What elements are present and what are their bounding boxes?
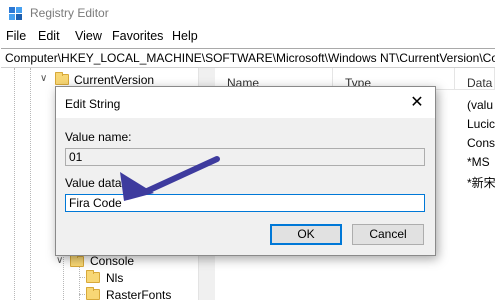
folder-icon [55,72,69,85]
title-bar: Registry Editor [0,0,495,26]
chevron-down-icon[interactable]: ∨ [40,73,47,84]
cancel-button[interactable]: Cancel [352,224,424,245]
folder-icon [70,254,84,267]
menu-help[interactable]: Help [172,29,198,43]
address-bar[interactable]: Computer\HKEY_LOCAL_MACHINE\SOFTWARE\Mic… [1,48,495,68]
dialog-title-bar: Edit String ✕ [56,87,435,118]
data-cell[interactable]: *新宋 [467,174,495,191]
registry-editor-icon [9,7,22,20]
menu-file[interactable]: File [6,29,26,43]
tree-item-currentversion[interactable]: CurrentVersion [74,73,154,87]
value-data-label: Value data: [65,176,125,190]
folder-icon [86,287,100,300]
tree-item-console[interactable]: Console [90,254,134,268]
menu-view[interactable]: View [75,29,102,43]
menu-favorites[interactable]: Favorites [112,29,163,43]
value-name-field[interactable] [65,148,425,166]
value-data-field[interactable] [65,194,425,212]
chevron-down-icon[interactable]: ∨ [56,255,63,266]
data-cell[interactable]: Lucic [467,117,495,131]
tree-guide-line [30,68,31,300]
tree-guide-line [14,68,15,300]
window-title: Registry Editor [30,6,109,20]
value-name-label: Value name: [65,130,132,144]
data-cell[interactable]: *MS [467,155,490,169]
tree-item-nls[interactable]: Nls [106,271,123,285]
ok-button[interactable]: OK [270,224,342,245]
dialog-title: Edit String [65,97,121,111]
menu-edit[interactable]: Edit [38,29,60,43]
column-header-data[interactable]: Data [455,68,495,90]
address-path[interactable]: Computer\HKEY_LOCAL_MACHINE\SOFTWARE\Mic… [5,51,495,65]
data-cell[interactable]: (valu [467,98,493,112]
data-cell[interactable]: Cons [467,136,495,150]
tree-guide-line [79,277,85,278]
edit-string-dialog: Edit String ✕ Value name: Value data: OK… [55,86,436,256]
folder-icon [86,270,100,283]
close-icon[interactable]: ✕ [405,93,429,113]
tree-guide-line [79,294,85,295]
